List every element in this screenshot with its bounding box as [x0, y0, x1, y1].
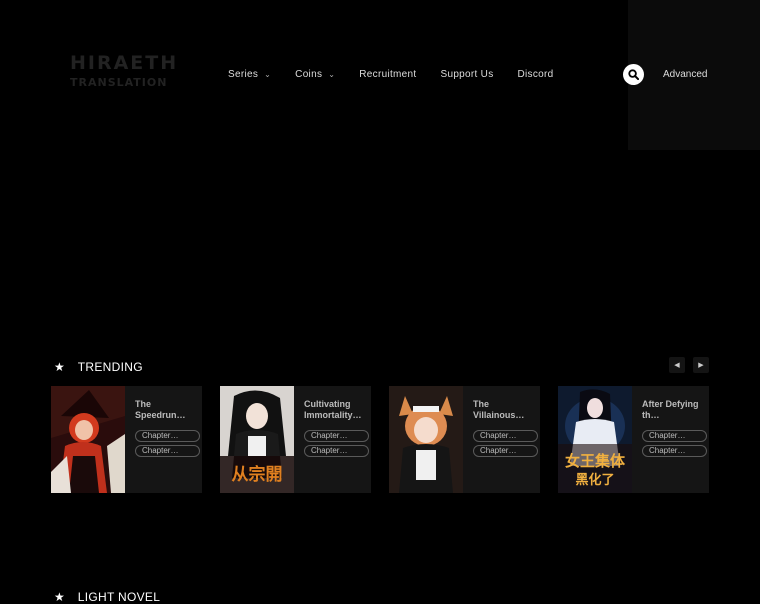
cover-image[interactable] [389, 386, 463, 493]
chapter-link[interactable]: Chapter… [135, 445, 200, 457]
chevron-right-icon: ▶ [698, 362, 704, 369]
trending-card[interactable]: 女王集体 黑化了 After Defying th… Chapter… Chap… [558, 386, 709, 493]
chevron-left-icon: ◀ [674, 362, 680, 369]
trending-card[interactable]: The Speedrun… Chapter… Chapter… [51, 386, 202, 493]
trending-prev-button[interactable]: ◀ [669, 357, 685, 373]
chevron-down-icon: ⌄ [328, 70, 336, 79]
nav-coins[interactable]: Coins ⌄ [295, 69, 335, 80]
nav-series-label: Series [228, 69, 259, 80]
chapter-link[interactable]: Chapter… [304, 445, 369, 457]
nav-discord[interactable]: Discord [518, 69, 554, 80]
logo-line-2: TRANSLATION [70, 76, 168, 89]
cover-image[interactable]: 从宗開 [220, 386, 294, 493]
advanced-search-link[interactable]: Advanced [663, 69, 707, 80]
trending-next-button[interactable]: ▶ [693, 357, 709, 373]
card-title[interactable]: The Villainous… [473, 399, 533, 421]
chapter-link[interactable]: Chapter… [473, 445, 538, 457]
chapter-link[interactable]: Chapter… [135, 430, 200, 442]
light-novel-title: LIGHT NOVEL [77, 590, 161, 604]
trending-card[interactable]: 从宗開 Cultivating Immortality… Chapter… Ch… [220, 386, 371, 493]
trending-header: ★ TRENDING [54, 360, 143, 374]
chapter-link[interactable]: Chapter… [642, 430, 707, 442]
cover-image[interactable]: 女王集体 黑化了 [558, 386, 632, 493]
trending-title: TRENDING [77, 360, 143, 374]
svg-text:从宗開: 从宗開 [232, 464, 283, 485]
nav-recruitment[interactable]: Recruitment [359, 69, 416, 80]
chapter-link[interactable]: Chapter… [473, 430, 538, 442]
logo-line-1: HIRAETH [70, 52, 179, 74]
main-nav: Series ⌄ Coins ⌄ Recruitment Support Us … [228, 69, 578, 80]
svg-text:女王集体: 女王集体 [565, 452, 626, 470]
card-title[interactable]: After Defying th… [642, 399, 702, 421]
chevron-down-icon: ⌄ [264, 70, 272, 79]
trending-card[interactable]: The Villainous… Chapter… Chapter… [389, 386, 540, 493]
nav-discord-label: Discord [517, 69, 554, 80]
star-icon: ★ [54, 360, 65, 374]
search-button[interactable] [623, 64, 644, 85]
nav-support-us-label: Support Us [440, 69, 494, 80]
nav-series[interactable]: Series ⌄ [228, 69, 271, 80]
card-title[interactable]: The Speedrun… [135, 399, 195, 421]
chapter-link[interactable]: Chapter… [642, 445, 707, 457]
card-title[interactable]: Cultivating Immortality… [304, 399, 364, 421]
star-icon: ★ [54, 590, 65, 604]
nav-coins-label: Coins [295, 69, 323, 80]
cover-image[interactable] [51, 386, 125, 493]
svg-text:黑化了: 黑化了 [575, 472, 614, 488]
nav-recruitment-label: Recruitment [359, 69, 417, 80]
nav-support-us[interactable]: Support Us [440, 69, 493, 80]
light-novel-header: ★ LIGHT NOVEL [54, 590, 160, 604]
site-logo[interactable]: HIRAETH TRANSLATION [70, 52, 179, 94]
chapter-link[interactable]: Chapter… [304, 430, 369, 442]
search-icon [628, 69, 639, 80]
